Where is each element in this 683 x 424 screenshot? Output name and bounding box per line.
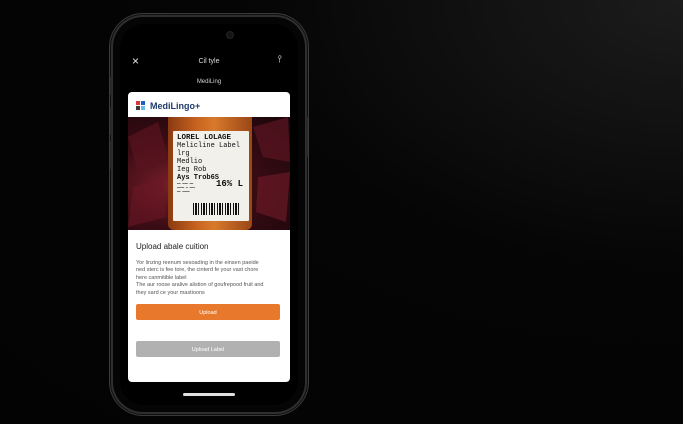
mute-switch [110, 77, 112, 95]
top-bar: × Cil tyle ⫯ [120, 50, 298, 74]
label-line-1: LOREL LOLAGE [177, 134, 232, 142]
upload-button[interactable]: Upload [136, 304, 280, 320]
description-line: they sard ce your mastioons [136, 289, 205, 296]
menu-icon[interactable]: ⫯ [278, 54, 282, 65]
label-line-4: Ieg Rob [177, 166, 207, 174]
section-title: Upload abale cuition [136, 242, 209, 251]
brand-name: MediLingo+ [150, 101, 201, 111]
barcode [193, 203, 241, 215]
volume-up-button [110, 107, 112, 135]
brand-header: MediLingo+ [136, 100, 200, 112]
description-line: Yor linzing reenum sesoading in the eins… [136, 260, 259, 266]
phone-frame: × Cil tyle ⫯ MediLing MediLingo+ LOREL L… [110, 17, 308, 412]
description-line: ned sterc is fee tore, the cinterd fe yo… [136, 267, 259, 274]
description: Yor linzing reenum sesoading in the eins… [136, 260, 286, 297]
volume-down-button [110, 141, 112, 169]
phone-screen: × Cil tyle ⫯ MediLing MediLingo+ LOREL L… [120, 24, 298, 405]
background [0, 0, 683, 424]
description-line: The aur roose aralive alistion of goufre… [136, 282, 264, 289]
label-line-2: Melicline Label lrg [177, 142, 241, 158]
description-line: here canmitible label [136, 274, 187, 281]
camera-icon [226, 31, 234, 39]
label-line-3: Medlio [177, 158, 203, 166]
power-button [306, 117, 308, 157]
page-subtitle: MediLing [196, 79, 222, 85]
upload-card: MediLingo+ LOREL LOLAGE Melicline Label … [128, 92, 290, 382]
home-indicator [183, 393, 235, 396]
page-title: Cil tyle [198, 58, 220, 65]
medilingo-logo-icon [136, 101, 146, 111]
medicine-label-photo: LOREL LOLAGE Melicline Label lrg Medlio … [128, 117, 290, 230]
upload-label-button[interactable]: Upload Label [136, 341, 280, 357]
label-dosage: 16% L [215, 179, 243, 189]
medicine-label: LOREL LOLAGE Melicline Label lrg Medlio … [173, 131, 249, 221]
